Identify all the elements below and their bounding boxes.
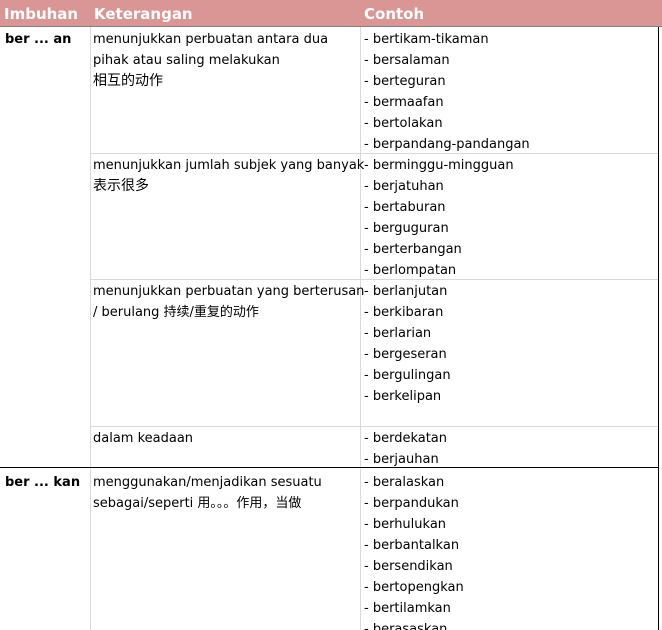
list-item: - bertolakan <box>364 116 443 131</box>
row-divider <box>91 426 658 427</box>
keterangan-text: menggunakan/menjadikan sesuatu sebagai/s… <box>93 475 322 511</box>
list-item: - berkibaran <box>364 305 444 320</box>
list-item: - berasaskan <box>364 622 448 630</box>
list-item: - berhulukan <box>364 517 447 532</box>
col-divider-1 <box>90 27 91 630</box>
imbuhan-label: ber ... an <box>5 32 72 47</box>
keterangan-text: menunjukkan jumlah subjek yang banyak 表示… <box>93 158 365 194</box>
list-item: - bertaburan <box>364 200 446 215</box>
header-contoh: Contoh <box>364 5 425 23</box>
table-right-border <box>658 27 659 630</box>
list-item: - berbantalkan <box>364 538 460 553</box>
list-item: - berkelipan <box>364 389 442 404</box>
header-imbuhan: Imbuhan <box>4 5 79 23</box>
list-item: - berguguran <box>364 221 449 236</box>
list-item: - berpandang-pandangan <box>364 137 530 152</box>
contoh-list: - berminggu-mingguan - berjatuhan - bert… <box>364 155 514 281</box>
list-item: - bersalaman <box>364 53 450 68</box>
list-item: - berteguran <box>364 74 446 89</box>
contoh-list: - berdekatan - berjauhan <box>364 428 447 470</box>
list-item: - bergeseran <box>364 347 447 362</box>
table-header: Imbuhan Keterangan Contoh <box>0 0 662 27</box>
col-divider-2 <box>360 27 361 630</box>
list-item: - beralaskan <box>364 475 445 490</box>
list-item: - bertopengkan <box>364 580 464 595</box>
list-item: - bergulingan <box>364 368 451 383</box>
list-item: - berlompatan <box>364 263 457 278</box>
list-item: - berlarian <box>364 326 432 341</box>
keterangan-text: menunjukkan perbuatan yang berterusan / … <box>93 284 365 320</box>
affix-table: Imbuhan Keterangan Contoh ber ... an men… <box>0 0 662 630</box>
imbuhan-label: ber ... kan <box>5 475 81 490</box>
list-item: - bertikam-tikaman <box>364 32 489 47</box>
list-item: - berjatuhan <box>364 179 444 194</box>
list-item: - berdekatan <box>364 431 448 446</box>
header-keterangan: Keterangan <box>94 5 193 23</box>
group-divider <box>0 467 659 468</box>
contoh-list: - bertikam-tikaman - bersalaman - berteg… <box>364 29 530 155</box>
list-item: - berpandukan <box>364 496 459 511</box>
list-item: - berterbangan <box>364 242 462 257</box>
list-item: - bermaafan <box>364 95 444 110</box>
list-item: - bertilamkan <box>364 601 451 616</box>
list-item: - bersendikan <box>364 559 453 574</box>
contoh-list: - berlanjutan - berkibaran - berlarian -… <box>364 281 451 407</box>
list-item: - berjauhan <box>364 452 439 467</box>
contoh-list: - beralaskan - berpandukan - berhulukan … <box>364 472 464 630</box>
list-item: - berminggu-mingguan <box>364 158 514 173</box>
list-item: - berlanjutan <box>364 284 448 299</box>
keterangan-text: menunjukkan perbuatan antara dua pihak a… <box>93 32 329 89</box>
keterangan-text: dalam keadaan <box>93 431 194 446</box>
